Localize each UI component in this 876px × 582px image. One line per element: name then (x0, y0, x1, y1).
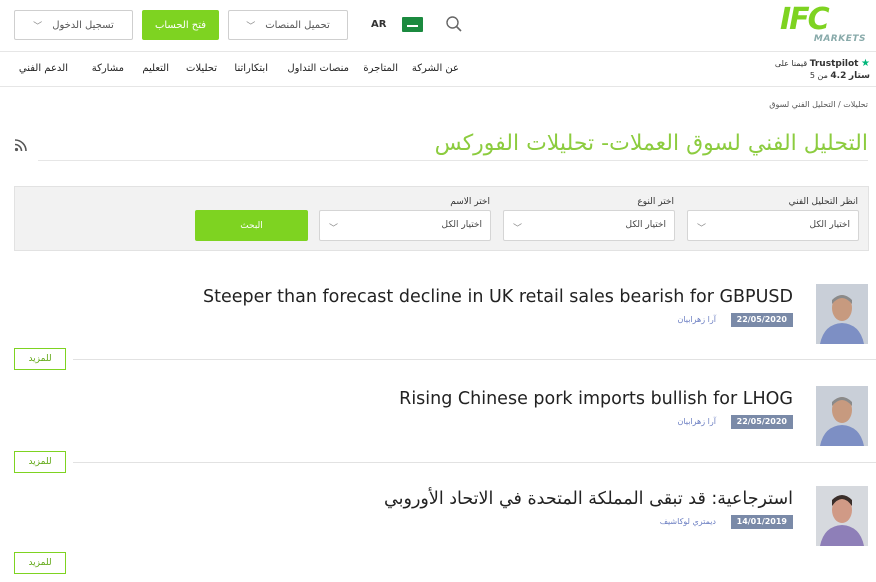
nav-item-innovations[interactable]: ابتكاراتنا (234, 63, 268, 74)
article-date: 22/05/2020 (730, 313, 793, 327)
page-title: التحليل الفني لسوق العملات- تحليلات الفو… (434, 131, 868, 156)
trust-brand: Trustpilot (809, 59, 859, 69)
article-author[interactable]: ديمتري لوكاشيف (660, 517, 716, 526)
nav-item-platforms[interactable]: منصات التداول (287, 63, 349, 74)
name-select[interactable]: اختيار الكل ﹀ (319, 210, 491, 241)
saudi-flag-icon[interactable] (402, 17, 423, 32)
ifc-markets-logo[interactable]: IFC MARKETS (780, 5, 870, 47)
trust-suffix: من 5 (809, 71, 828, 80)
analysis-label: انظر التحليل الفني (788, 197, 858, 207)
trust-prefix: ستار (848, 71, 870, 81)
nav-item-participation[interactable]: مشاركة (92, 63, 124, 74)
open-account-button[interactable]: فتح الحساب (142, 10, 219, 40)
trust-score: 4.2 (830, 71, 847, 81)
rss-icon[interactable] (14, 138, 28, 152)
logo-sub: MARKETS (813, 34, 866, 44)
language-label[interactable]: AR (371, 19, 386, 30)
breadcrumb: تحليلات / التحليل الفني لسوق (769, 100, 868, 109)
type-label: اختر النوع (637, 197, 674, 207)
top-bar: ﹀ تسجيل الدخول فتح الحساب ﹀ تحميل المنصا… (0, 0, 876, 52)
trust-line1: قيمنا على (774, 59, 808, 68)
login-label: تسجيل الدخول (52, 19, 114, 31)
name-label: اختر الاسم (450, 197, 490, 207)
article-title[interactable]: استرجاعية: قد تبقى المملكة المتحدة في ال… (384, 489, 793, 509)
article-date: 22/05/2020 (730, 415, 793, 429)
article-author[interactable]: آرا زهرابيان (677, 315, 716, 324)
chevron-down-icon: ﹀ (246, 21, 256, 32)
author-avatar[interactable] (816, 386, 868, 446)
nav-item-about[interactable]: عن الشركة (412, 63, 459, 74)
article-title[interactable]: Rising Chinese pork imports bullish for … (399, 389, 793, 409)
article-date: 14/01/2019 (730, 515, 793, 529)
filter-panel: انظر التحليل الفني اختيار الكل ﹀ اختر ال… (14, 186, 869, 251)
name-value: اختيار الكل (441, 220, 482, 230)
author-avatar[interactable] (816, 284, 868, 344)
nav-item-support[interactable]: الدعم الفني (19, 63, 68, 74)
article-author[interactable]: آرا زهرابيان (677, 417, 716, 426)
nav-item-education[interactable]: التعليم (142, 63, 169, 74)
title-divider (38, 160, 868, 161)
article-divider (73, 462, 876, 463)
article-divider (73, 359, 876, 360)
star-icon: ★ (861, 58, 870, 69)
breadcrumb-item[interactable]: تحليلات (843, 100, 868, 109)
chevron-down-icon: ﹀ (513, 224, 523, 234)
login-button[interactable]: ﹀ تسجيل الدخول (14, 10, 133, 40)
analysis-select[interactable]: اختيار الكل ﹀ (687, 210, 859, 241)
article-title[interactable]: Steeper than forecast decline in UK reta… (203, 287, 793, 307)
read-more-button[interactable]: للمزيد (14, 552, 66, 574)
read-more-button[interactable]: للمزيد (14, 348, 66, 370)
download-platforms-button[interactable]: ﹀ تحميل المنصات (228, 10, 348, 40)
platforms-label: تحميل المنصات (265, 19, 330, 31)
type-select[interactable]: اختيار الكل ﹀ (503, 210, 675, 241)
logo-text: IFC (780, 2, 830, 37)
analysis-value: اختيار الكل (809, 220, 850, 230)
search-icon[interactable] (445, 15, 463, 33)
search-button[interactable]: البحث (195, 210, 308, 241)
type-value: اختيار الكل (625, 220, 666, 230)
nav-item-trading[interactable]: المتاجرة (363, 63, 398, 74)
chevron-down-icon: ﹀ (697, 224, 707, 234)
chevron-down-icon: ﹀ (33, 21, 43, 32)
breadcrumb-item[interactable]: التحليل الفني لسوق (769, 100, 835, 109)
nav-item-analytics[interactable]: تحليلات (186, 63, 217, 74)
chevron-down-icon: ﹀ (329, 224, 339, 234)
read-more-button[interactable]: للمزيد (14, 451, 66, 473)
author-avatar[interactable] (816, 486, 868, 546)
breadcrumb-separator: / (837, 100, 841, 109)
trustpilot-badge[interactable]: قيمنا على Trustpilot ★ ستار 4.2 من 5 (775, 58, 870, 82)
main-nav: عن الشركة المتاجرة منصات التداول ابتكارا… (0, 53, 876, 87)
